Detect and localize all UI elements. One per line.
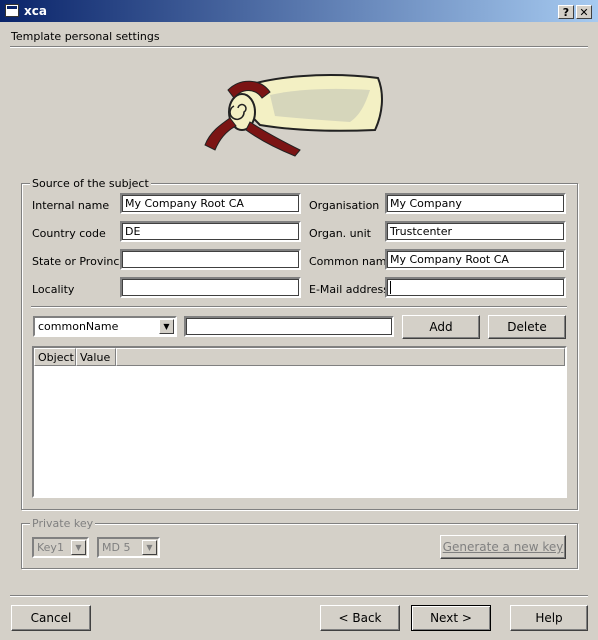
generate-key-button[interactable]: Generate a new key (440, 535, 566, 559)
window-titlebar[interactable] (0, 0, 598, 22)
chevron-down-icon[interactable]: ▼ (159, 319, 174, 334)
text-caret (390, 281, 391, 294)
common-name-field[interactable]: My Company Root CA (385, 249, 566, 270)
next-button[interactable]: Next > (411, 605, 491, 631)
internal-name-field[interactable]: My Company Root CA (120, 193, 301, 214)
common-name-label: Common name (309, 255, 394, 268)
add-button[interactable]: Add (402, 315, 480, 339)
org-unit-label: Organ. unit (309, 227, 371, 240)
object-value-input[interactable] (184, 316, 394, 337)
subject-divider (31, 306, 567, 308)
key-select-value: Key1 (37, 541, 64, 554)
delete-button[interactable]: Delete (488, 315, 566, 339)
org-unit-field[interactable]: Trustcenter (385, 221, 566, 242)
hash-select[interactable]: MD 5 ▼ (97, 537, 160, 558)
country-code-field[interactable]: DE (120, 221, 301, 242)
organisation-field[interactable]: My Company (385, 193, 566, 214)
state-field[interactable] (120, 249, 301, 270)
window-title: xca (24, 4, 47, 18)
email-label: E-Mail address (309, 283, 389, 296)
back-button[interactable]: < Back (320, 605, 400, 631)
object-type-select[interactable]: commonName ▼ (33, 316, 177, 337)
chevron-down-icon[interactable]: ▼ (71, 540, 86, 555)
header-divider (10, 46, 588, 48)
page-title: Template personal settings (11, 30, 160, 43)
column-header-object[interactable]: Object (34, 348, 76, 366)
help-icon[interactable]: ? (558, 5, 574, 19)
list-header: Object Value (34, 348, 565, 366)
app-window-icon (5, 4, 19, 17)
locality-field[interactable] (120, 277, 301, 298)
column-header-filler (116, 348, 565, 366)
private-key-group-title: Private key (30, 517, 96, 530)
country-code-label: Country code (32, 227, 106, 240)
help-button[interactable]: Help (510, 605, 588, 631)
object-type-value: commonName (38, 320, 119, 333)
key-select[interactable]: Key1 ▼ (32, 537, 89, 558)
footer-divider (10, 595, 588, 597)
scroll-illustration (200, 70, 390, 160)
hash-select-value: MD 5 (102, 541, 131, 554)
organisation-label: Organisation (309, 199, 380, 212)
cancel-button[interactable]: Cancel (11, 605, 91, 631)
internal-name-label: Internal name (32, 199, 110, 212)
chevron-down-icon[interactable]: ▼ (142, 540, 157, 555)
subject-group-title: Source of the subject (30, 177, 151, 190)
column-header-value[interactable]: Value (76, 348, 116, 366)
subject-list[interactable]: Object Value (32, 346, 567, 498)
state-label: State or Province (32, 255, 127, 268)
locality-label: Locality (32, 283, 75, 296)
close-icon[interactable]: ✕ (576, 5, 592, 19)
email-field[interactable] (385, 277, 566, 298)
